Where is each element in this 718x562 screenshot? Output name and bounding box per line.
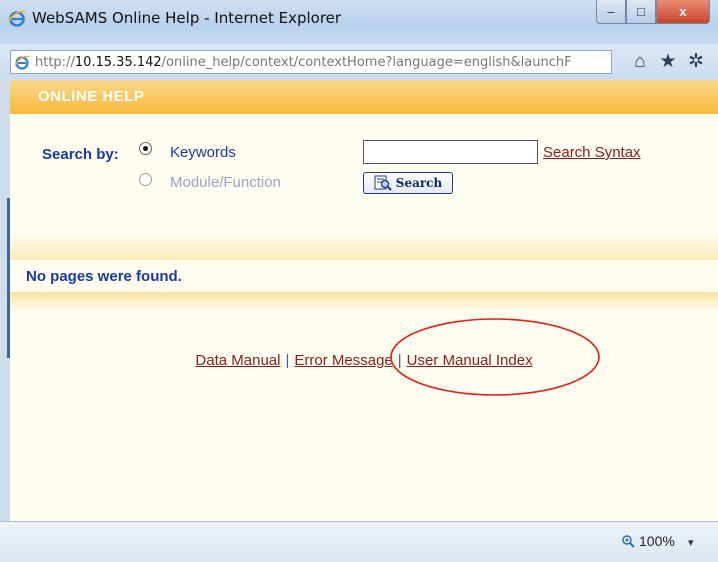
zoom-magnifier-icon bbox=[622, 535, 635, 548]
module-function-radio[interactable] bbox=[139, 173, 152, 186]
maximize-button[interactable]: □ bbox=[626, 0, 656, 24]
decorative-band-top bbox=[10, 234, 718, 260]
online-help-header: ONLINE HELP bbox=[10, 80, 718, 114]
ie-page-icon bbox=[14, 55, 30, 70]
tools-gear-icon[interactable]: ✲ bbox=[686, 52, 706, 72]
data-manual-link[interactable]: Data Manual bbox=[195, 352, 280, 369]
search-syntax-link[interactable]: Search Syntax bbox=[543, 144, 641, 161]
error-message-link[interactable]: Error Message bbox=[294, 352, 392, 369]
address-url[interactable]: http://10.15.35.142/online_help/context/… bbox=[35, 55, 609, 70]
browser-window: WebSAMS Online Help - Internet Explorer … bbox=[0, 0, 718, 562]
address-bar[interactable]: http://10.15.35.142/online_help/context/… bbox=[10, 50, 612, 74]
url-path: /online_help/context/contextHome?languag… bbox=[161, 55, 572, 70]
decorative-band-bottom bbox=[10, 292, 718, 312]
zoom-dropdown-caret[interactable]: ▾ bbox=[688, 536, 694, 549]
left-window-edge bbox=[0, 80, 10, 521]
url-host: 10.15.35.142 bbox=[74, 55, 162, 70]
module-function-option-label[interactable]: Module/Function bbox=[170, 174, 281, 191]
results-message-row: No pages were found. bbox=[10, 260, 718, 292]
search-button[interactable]: Search bbox=[363, 172, 453, 194]
url-prefix: http:// bbox=[35, 55, 75, 70]
keyword-search-input[interactable] bbox=[363, 140, 538, 164]
address-bar-area: http://10.15.35.142/online_help/context/… bbox=[0, 44, 718, 81]
search-magnifier-icon bbox=[374, 175, 392, 191]
window-title: WebSAMS Online Help - Internet Explorer bbox=[32, 9, 342, 27]
online-help-title: ONLINE HELP bbox=[38, 88, 145, 105]
search-button-label: Search bbox=[395, 176, 443, 190]
close-button[interactable]: x bbox=[656, 0, 710, 24]
link-separator: | bbox=[285, 352, 290, 369]
status-bar: 100% ▾ bbox=[0, 521, 718, 562]
zoom-control[interactable]: 100% bbox=[621, 533, 675, 549]
home-icon[interactable]: ⌂ bbox=[630, 52, 650, 72]
keywords-radio[interactable] bbox=[139, 142, 152, 155]
red-annotation-circle bbox=[390, 318, 600, 396]
minimize-button[interactable]: – bbox=[596, 0, 626, 24]
footer-links: Data Manual | Error Message | User Manual In… bbox=[10, 352, 718, 369]
page-content: ONLINE HELP Search by: Keywords Module/F… bbox=[10, 80, 718, 521]
favorites-star-icon[interactable]: ★ bbox=[658, 52, 678, 72]
no-results-message: No pages were found. bbox=[26, 268, 182, 285]
search-by-label: Search by: bbox=[42, 146, 119, 163]
internet-explorer-icon bbox=[8, 10, 26, 27]
zoom-level: 100% bbox=[639, 533, 675, 549]
title-bar[interactable]: WebSAMS Online Help - Internet Explorer … bbox=[0, 0, 718, 45]
keywords-option-label[interactable]: Keywords bbox=[170, 144, 236, 161]
browser-toolbar: ⌂ ★ ✲ bbox=[630, 52, 714, 72]
